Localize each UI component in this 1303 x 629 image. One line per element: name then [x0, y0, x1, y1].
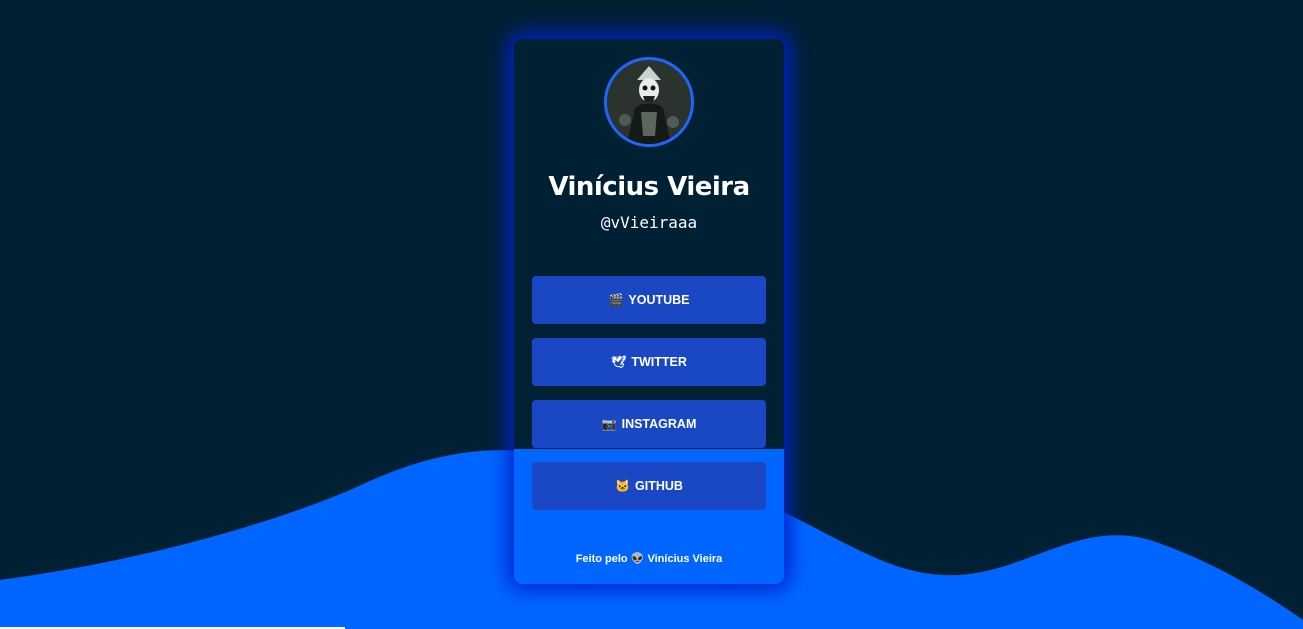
footer-prefix: Feito pelo [575, 553, 628, 565]
youtube-button[interactable]: 🎬 YOUTUBE [532, 276, 766, 324]
profile-name: Vinícius Vieira [548, 172, 750, 202]
clapperboard-icon: 🎬 [608, 293, 624, 307]
github-button[interactable]: 🐱 GITHUB [532, 462, 766, 510]
footer-author: Vinícius Vieira [647, 553, 723, 565]
twitter-button[interactable]: 🕊 TWITTER [532, 338, 766, 386]
github-label: GITHUB [635, 479, 683, 493]
twitter-label: TWITTER [631, 355, 687, 369]
avatar[interactable] [604, 57, 694, 147]
footer-credit: Feito pelo 👽 Vinícius Vieira [514, 552, 784, 565]
instagram-button[interactable]: 📷 INSTAGRAM [532, 400, 766, 448]
youtube-label: YOUTUBE [628, 293, 690, 307]
dove-icon: 🕊 [611, 355, 627, 369]
profile-card: Vinícius Vieira @vVieiraaa 🎬 YOUTUBE 🕊 T… [514, 39, 784, 584]
cat-icon: 🐱 [615, 479, 631, 493]
profile-handle: @vVieiraaa [600, 213, 698, 232]
instagram-label: INSTAGRAM [621, 417, 697, 431]
camera-icon: 📷 [601, 417, 617, 431]
alien-icon: 👽 [630, 553, 645, 565]
avatar-image [607, 60, 691, 144]
